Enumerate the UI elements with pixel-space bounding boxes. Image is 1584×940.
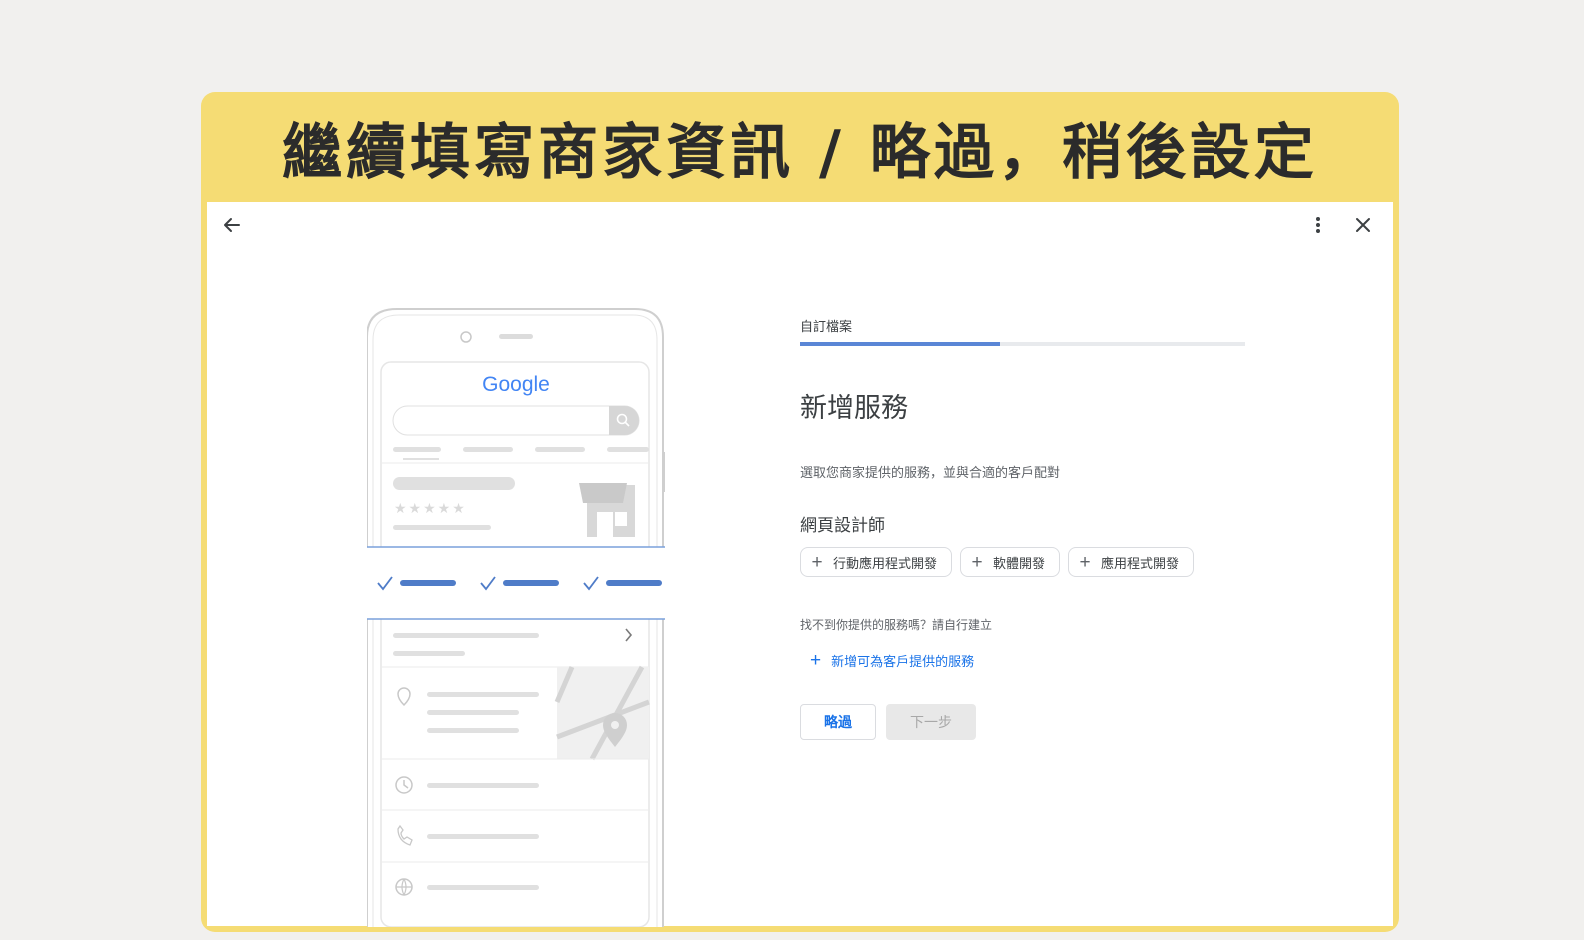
chip-label: 應用程式開發 — [1101, 555, 1180, 571]
add-custom-service-link[interactable]: + 新增可為客戶提供的服務 — [810, 651, 974, 670]
plus-icon: + — [1079, 551, 1091, 573]
banner-title: 繼續填寫商家資訊 / 略過，稍後設定 — [282, 117, 1318, 188]
chip-label: 行動應用程式開發 — [833, 555, 938, 571]
service-chip-software-dev[interactable]: + 軟體開發 — [960, 547, 1061, 577]
next-button[interactable]: 下一步 — [886, 704, 976, 740]
business-category: 網頁設計師 — [800, 516, 885, 535]
skip-button[interactable]: 略過 — [800, 704, 876, 740]
page-title: 新增服務 — [800, 393, 908, 423]
search-bar — [392, 405, 640, 436]
back-button[interactable] — [217, 210, 247, 240]
close-button[interactable] — [1348, 210, 1378, 240]
map-thumbnail — [554, 665, 650, 761]
helper-text: 找不到你提供的服務嗎？請自行建立 — [800, 618, 993, 632]
progress-fill — [800, 342, 1001, 346]
more-vert-icon — [1316, 217, 1320, 233]
checklist-card — [352, 546, 684, 620]
phone-illustration: Google ★★★★★ — [352, 307, 684, 928]
plus-icon: + — [811, 551, 823, 573]
service-chip-app-dev[interactable]: + 應用程式開發 — [1068, 547, 1195, 577]
service-chip-mobile-app-dev[interactable]: + 行動應用程式開發 — [800, 547, 953, 577]
rating-stars: ★★★★★ — [394, 501, 467, 517]
add-link-label: 新增可為客戶提供的服務 — [831, 654, 975, 669]
service-chips: + 行動應用程式開發 + 軟體開發 + 應用程式開發 — [800, 547, 1195, 577]
dialog-panel: Google ★★★★★ 自訂檔案 新增服務 選取您商家提供的服務，並與合適的客… — [207, 202, 1393, 928]
storefront-icon — [579, 483, 635, 537]
subtitle: 選取您商家提供的服務，並與合適的客戶配對 — [800, 465, 1061, 480]
slide-frame: 繼續填寫商家資訊 / 略過，稍後設定 Google ★★★★★ 自訂檔案 新增服… — [201, 92, 1399, 932]
plus-icon: + — [810, 650, 822, 671]
more-options-button[interactable] — [1303, 210, 1333, 240]
step-label: 自訂檔案 — [800, 319, 853, 334]
close-icon — [1356, 218, 1370, 232]
progress-bar — [800, 342, 1245, 346]
plus-icon: + — [971, 551, 983, 573]
google-logo: Google — [482, 373, 550, 396]
arrow-left-icon — [224, 218, 240, 232]
chip-label: 軟體開發 — [993, 555, 1046, 571]
